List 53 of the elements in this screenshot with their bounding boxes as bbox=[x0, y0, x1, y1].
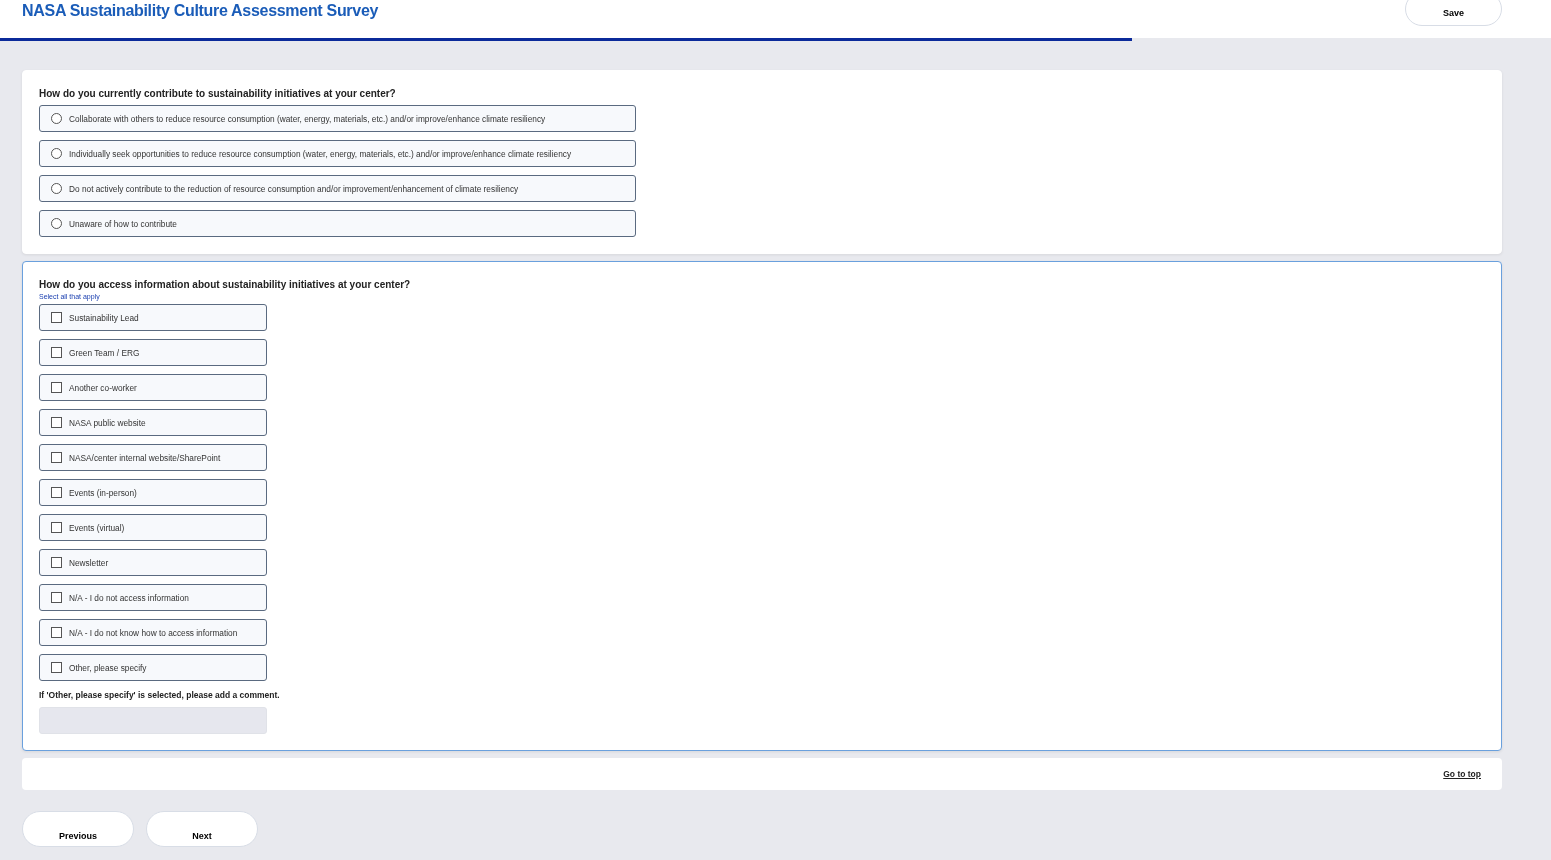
option-label: Events (virtual) bbox=[69, 522, 125, 533]
option-label: N/A - I do not access information bbox=[69, 592, 189, 603]
comment-label: If 'Other, please specify' is selected, please add a comment. bbox=[39, 690, 281, 700]
checkbox[interactable] bbox=[51, 592, 62, 603]
checkbox[interactable] bbox=[51, 312, 62, 323]
checkbox[interactable] bbox=[51, 347, 62, 358]
option-label: NASA public website bbox=[69, 417, 146, 428]
question-text: How do you access information about sustainability initiatives at your center? bbox=[39, 278, 412, 291]
checkbox[interactable] bbox=[51, 487, 62, 498]
option-label: Events (in-person) bbox=[69, 487, 137, 498]
checkbox[interactable] bbox=[51, 557, 62, 568]
go-to-top-link[interactable]: Go to top bbox=[1443, 769, 1481, 779]
option-label: Newsletter bbox=[69, 557, 109, 568]
checkbox-option[interactable]: Events (virtual) bbox=[39, 514, 267, 541]
checkbox-option[interactable]: N/A - I do not know how to access information bbox=[39, 619, 267, 646]
option-label: NASA/center internal website/SharePoint bbox=[69, 452, 221, 463]
option-label: Collaborate with others to reduce resource consumption (water, energy, materials, etc.) and/or improve/enhance climate resiliency bbox=[69, 113, 546, 124]
checkbox-option[interactable]: Another co-worker bbox=[39, 374, 267, 401]
radio-option[interactable]: Unaware of how to contribute bbox=[39, 210, 636, 237]
checkbox[interactable] bbox=[51, 662, 62, 673]
nav-button[interactable]: Next bbox=[146, 811, 258, 847]
option-label: Do not actively contribute to the reduction of resource consumption and/or improvement/enhancement of climate resiliency bbox=[69, 183, 519, 194]
checkbox[interactable] bbox=[51, 452, 62, 463]
question-text: How do you currently contribute to sustainability initiatives at your center? bbox=[39, 87, 397, 100]
checkbox[interactable] bbox=[51, 627, 62, 638]
checkbox[interactable] bbox=[51, 417, 62, 428]
radio-button[interactable] bbox=[51, 148, 62, 159]
checkbox-option[interactable]: Events (in-person) bbox=[39, 479, 267, 506]
radio-option[interactable]: Collaborate with others to reduce resource consumption (water, energy, materials, etc.) and/or improve/enhance climate resiliency bbox=[39, 105, 636, 132]
option-label: N/A - I do not know how to access information bbox=[69, 627, 238, 638]
radio-button[interactable] bbox=[51, 218, 62, 229]
radio-button[interactable] bbox=[51, 183, 62, 194]
radio-button[interactable] bbox=[51, 113, 62, 124]
option-label: Another co-worker bbox=[69, 382, 137, 393]
checkbox[interactable] bbox=[51, 382, 62, 393]
checkbox-option[interactable]: N/A - I do not access information bbox=[39, 584, 267, 611]
checkbox-option[interactable]: Newsletter bbox=[39, 549, 267, 576]
option-label: Other, please specify bbox=[69, 662, 147, 673]
checkbox-option[interactable]: Other, please specify bbox=[39, 654, 267, 681]
nav-button[interactable]: Previous bbox=[22, 811, 134, 847]
option-label: Green Team / ERG bbox=[69, 347, 140, 358]
checkbox[interactable] bbox=[51, 522, 62, 533]
option-label: Individually seek opportunities to reduce resource consumption (water, energy, materials, etc.) and/or improve/enhance climate resiliency bbox=[69, 148, 572, 159]
radio-option[interactable]: Do not actively contribute to the reduction of resource consumption and/or improvement/enhancement of climate resiliency bbox=[39, 175, 636, 202]
checkbox-option[interactable]: Sustainability Lead bbox=[39, 304, 267, 331]
radio-option[interactable]: Individually seek opportunities to reduce resource consumption (water, energy, materials, etc.) and/or improve/enhance climate resiliency bbox=[39, 140, 636, 167]
option-label: Unaware of how to contribute bbox=[69, 218, 177, 229]
option-label: Sustainability Lead bbox=[69, 312, 139, 323]
survey-title: NASA Sustainability Culture Assessment Survey bbox=[22, 1, 379, 21]
save-button[interactable]: Save bbox=[1405, 0, 1502, 26]
checkbox-option[interactable]: NASA/center internal website/SharePoint bbox=[39, 444, 267, 471]
checkbox-option[interactable]: NASA public website bbox=[39, 409, 267, 436]
checkbox-option[interactable]: Green Team / ERG bbox=[39, 339, 267, 366]
